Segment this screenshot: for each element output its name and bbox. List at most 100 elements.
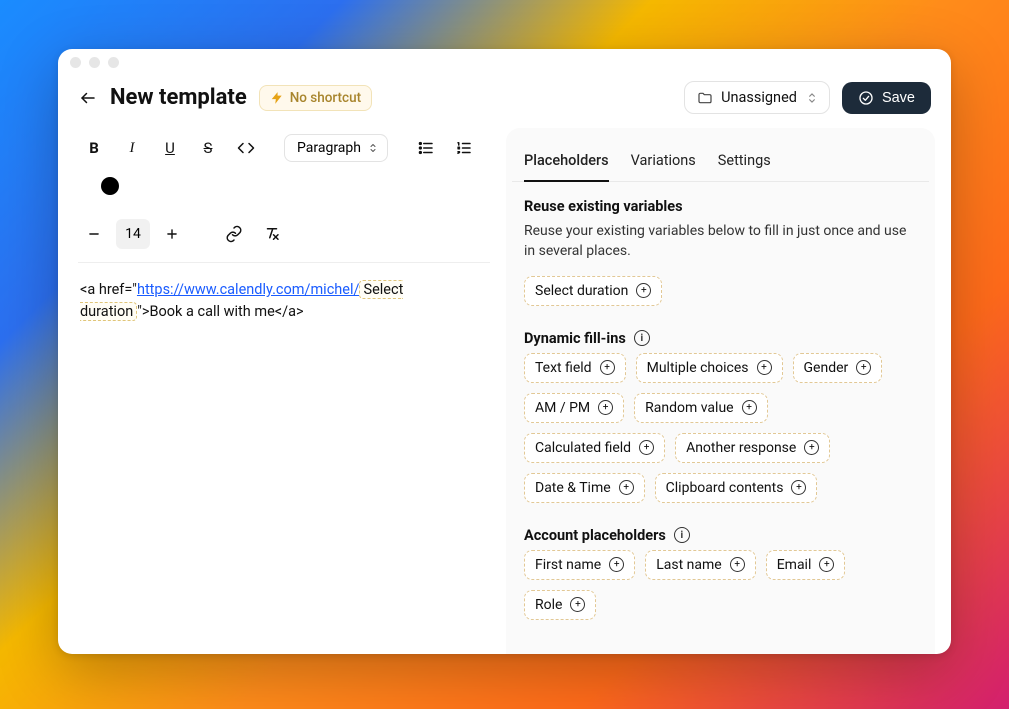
chip-label: AM / PM — [535, 400, 590, 416]
info-icon[interactable]: i — [634, 330, 650, 346]
account-chip[interactable]: Last name + — [645, 550, 755, 580]
plus-circle-icon: + — [570, 597, 585, 612]
chip-label: Gender — [804, 360, 849, 376]
app-window: New template No shortcut Unassigned Save — [58, 49, 951, 654]
block-style-select[interactable]: Paragraph — [284, 134, 388, 162]
account-title: Account placeholders — [524, 527, 666, 544]
chip-label: Clipboard contents — [666, 480, 784, 496]
traffic-light-close[interactable] — [70, 57, 81, 68]
dynamic-chip[interactable]: Gender+ — [793, 353, 883, 383]
text-color-button[interactable] — [94, 170, 126, 202]
font-size-decrease-button[interactable] — [78, 218, 110, 250]
tab-placeholders[interactable]: Placeholders — [524, 144, 609, 181]
clear-format-icon — [263, 225, 281, 243]
plus-circle-icon: + — [609, 557, 624, 572]
tab-variations[interactable]: Variations — [631, 144, 696, 181]
tab-settings[interactable]: Settings — [718, 144, 771, 181]
code-button[interactable] — [230, 132, 262, 164]
save-button[interactable]: Save — [842, 82, 931, 114]
reuse-chips: Select duration+ — [524, 276, 917, 306]
dynamic-chip[interactable]: Random value+ — [634, 393, 767, 423]
plus-circle-icon: + — [636, 283, 651, 298]
plus-circle-icon: + — [742, 400, 757, 415]
dynamic-chips: Text field+Multiple choices+Gender+AM / … — [524, 353, 917, 503]
reuse-section: Reuse existing variables Reuse your exis… — [524, 198, 917, 306]
dynamic-chip[interactable]: Another response + — [675, 433, 830, 463]
reuse-chip[interactable]: Select duration+ — [524, 276, 662, 306]
account-chips: First name + Last name + Email+ Role + — [524, 550, 917, 620]
chip-label: Another response — [686, 440, 796, 456]
assign-label: Unassigned — [721, 89, 797, 106]
chip-label: First name — [535, 557, 601, 573]
link-button[interactable] — [218, 218, 250, 250]
dynamic-chip[interactable]: Date & Time + — [524, 473, 645, 503]
bold-button[interactable]: B — [78, 132, 110, 164]
select-chevron-icon — [805, 91, 819, 105]
plus-circle-icon: + — [804, 440, 819, 455]
traffic-light-zoom[interactable] — [108, 57, 119, 68]
strikethrough-button[interactable]: S — [192, 132, 224, 164]
shortcut-badge[interactable]: No shortcut — [259, 85, 372, 111]
dynamic-chip[interactable]: Clipboard contents + — [655, 473, 818, 503]
panel-tabs: Placeholders Variations Settings — [512, 138, 929, 182]
plus-circle-icon: + — [639, 440, 654, 455]
save-label: Save — [882, 90, 915, 106]
bolt-icon — [270, 91, 284, 105]
editor-pane: B I U S Paragraph — [78, 128, 490, 654]
arrow-left-icon — [79, 89, 97, 107]
body: B I U S Paragraph — [58, 128, 951, 654]
folder-icon — [697, 90, 713, 106]
page-title: New template — [110, 85, 247, 110]
window-titlebar — [58, 49, 951, 75]
account-chip[interactable]: Email+ — [766, 550, 846, 580]
panel-content: Reuse existing variables Reuse your exis… — [512, 182, 929, 654]
select-chevron-icon — [367, 142, 379, 154]
editor-text-prefix: <a href=" — [80, 281, 137, 298]
chip-label: Multiple choices — [647, 360, 749, 376]
plus-circle-icon: + — [791, 480, 806, 495]
bullet-list-button[interactable] — [410, 132, 442, 164]
plus-circle-icon: + — [619, 480, 634, 495]
traffic-light-minimize[interactable] — [89, 57, 100, 68]
underline-button[interactable]: U — [154, 132, 186, 164]
color-swatch — [101, 177, 119, 195]
dynamic-chip[interactable]: Text field+ — [524, 353, 626, 383]
dynamic-chip[interactable]: Multiple choices + — [636, 353, 783, 383]
font-size-increase-button[interactable] — [156, 218, 188, 250]
back-button[interactable] — [78, 88, 98, 108]
link-icon — [225, 225, 243, 243]
block-style-label: Paragraph — [297, 140, 361, 156]
editor-url: https://www.calendly.com/michel/ — [137, 281, 360, 298]
bullet-list-icon — [417, 139, 435, 157]
plus-circle-icon: + — [598, 400, 613, 415]
dynamic-chip[interactable]: AM / PM + — [524, 393, 624, 423]
check-circle-icon — [858, 90, 874, 106]
chip-label: Email — [777, 557, 812, 573]
dynamic-section: Dynamic fill-ins i Text field+Multiple c… — [524, 330, 917, 503]
editor-toolbar: B I U S Paragraph — [78, 128, 490, 262]
code-icon — [237, 139, 255, 157]
chip-label: Role — [535, 597, 562, 613]
account-chip[interactable]: Role + — [524, 590, 596, 620]
clear-format-button[interactable] — [256, 218, 288, 250]
account-section: Account placeholders i First name+Last n… — [524, 527, 917, 620]
chip-label: Text field — [535, 360, 592, 376]
info-icon[interactable]: i — [674, 527, 690, 543]
numbered-list-button[interactable] — [448, 132, 480, 164]
plus-circle-icon: + — [730, 557, 745, 572]
assign-dropdown[interactable]: Unassigned — [684, 81, 830, 114]
editor-content[interactable]: <a href="https://www.calendly.com/michel… — [78, 262, 490, 324]
editor-text-suffix: ">Book a call with me</a> — [137, 303, 303, 320]
shortcut-label: No shortcut — [290, 90, 361, 106]
chip-label: Date & Time — [535, 480, 611, 496]
plus-circle-icon: + — [757, 360, 772, 375]
reuse-title: Reuse existing variables — [524, 198, 683, 215]
dynamic-title: Dynamic fill-ins — [524, 330, 626, 347]
reuse-desc: Reuse your existing variables below to f… — [524, 221, 917, 262]
chip-label: Calculated field — [535, 440, 631, 456]
dynamic-chip[interactable]: Calculated field + — [524, 433, 665, 463]
account-chip[interactable]: First name + — [524, 550, 635, 580]
italic-button[interactable]: I — [116, 132, 148, 164]
font-size-value[interactable]: 14 — [116, 219, 150, 249]
chip-label: Last name — [656, 557, 721, 573]
